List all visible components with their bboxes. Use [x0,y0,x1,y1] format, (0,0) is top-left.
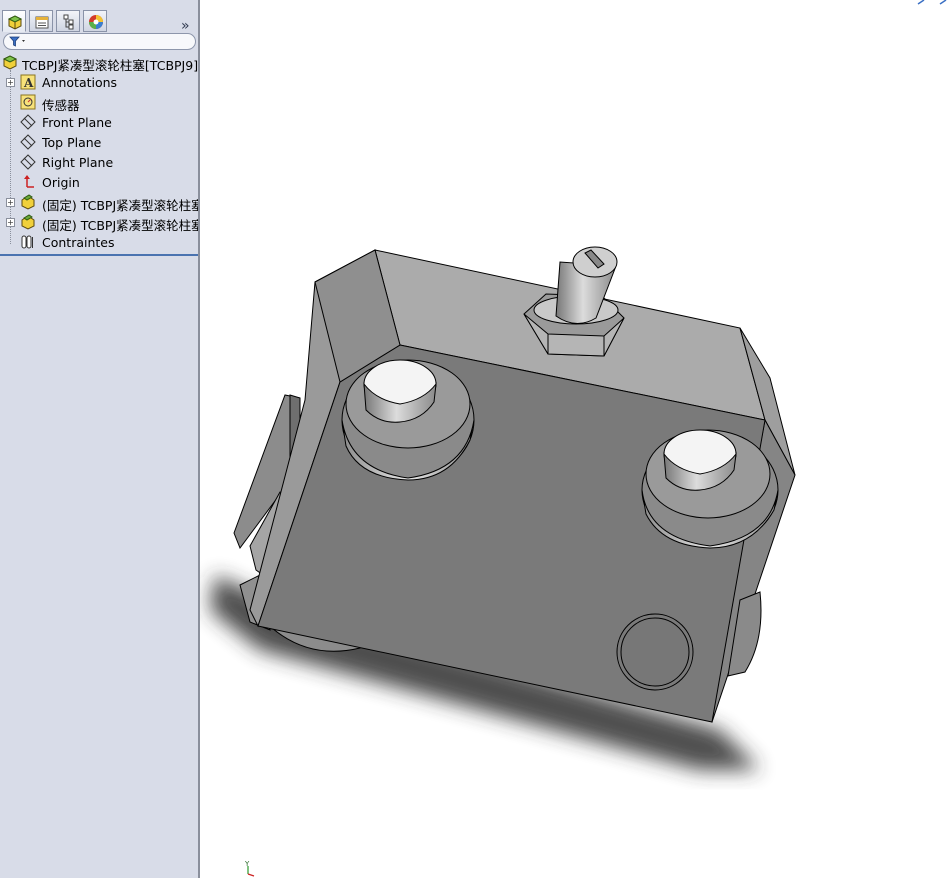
annotations-icon: A [20,74,36,90]
tree-item-label: Origin [42,175,80,190]
tree-root[interactable]: TCBPJ紧凑型滚轮柱塞[TCBPJ9] [0,52,198,73]
tab-configuration-manager[interactable] [56,10,80,32]
triad-y-label: Y [244,860,250,868]
tab-feature-manager[interactable] [2,10,26,32]
tree-item-sensors[interactable]: 传感器 [0,92,198,113]
model-view: Y [210,0,947,877]
assembly-icon [2,55,18,70]
property-manager-icon [35,16,49,29]
filter-icon [9,36,25,47]
counterbore-hole-2 [641,429,779,549]
tree-item-label: Contraintes [42,235,115,250]
expand-panel-icon[interactable]: » [181,18,190,34]
appearance-icon [89,15,103,29]
graphics-viewport[interactable]: Y [200,0,952,878]
tree-item-annotations[interactable]: + A Annotations [0,72,198,92]
feature-manager-panel: » TCBPJ紧凑型滚轮柱塞[TCBPJ9] + A Annotations 传… [0,0,198,878]
feature-filter-input[interactable] [3,33,196,50]
tree-item-component-1[interactable]: + (固定) TCBPJ紧凑型滚轮柱塞 [0,192,198,213]
manager-tabs: » [0,8,198,34]
expand-icon[interactable]: + [6,198,15,207]
tab-property-manager[interactable] [29,10,53,32]
expand-icon[interactable]: + [6,78,15,87]
tree-item-label: Front Plane [42,115,112,130]
plane-icon [20,154,36,170]
tree-item-component-2[interactable]: + (固定) TCBPJ紧凑型滚轮柱塞 [0,212,198,233]
plug-cap [616,613,694,691]
origin-icon [24,175,34,188]
tree-item-right-plane[interactable]: Right Plane [0,152,198,172]
svg-text:A: A [23,76,34,90]
tree-item-origin[interactable]: Origin [0,172,198,192]
part-icon [21,214,35,230]
tree-item-top-plane[interactable]: Top Plane [0,132,198,152]
tree-item-label: Annotations [42,75,118,90]
part-icon [21,194,35,210]
counterbore-hole-1 [341,359,475,481]
tree-end-divider [0,254,198,256]
tree-item-front-plane[interactable]: Front Plane [0,112,198,132]
configuration-icon [63,14,74,30]
tab-display-manager[interactable] [83,10,107,32]
tree-item-mates[interactable]: Contraintes [0,232,198,252]
tree-item-label: Right Plane [42,155,114,170]
expand-icon[interactable]: + [6,218,15,227]
sensor-icon [20,94,36,110]
mates-icon [21,235,33,249]
view-triad: Y [244,860,255,877]
feature-tree-icon [7,15,23,30]
plane-icon [20,114,36,130]
view-rotate-icon[interactable] [917,0,947,5]
tree-item-label: Top Plane [42,135,102,150]
adjustment-screw [523,246,625,357]
plane-icon [20,134,36,150]
